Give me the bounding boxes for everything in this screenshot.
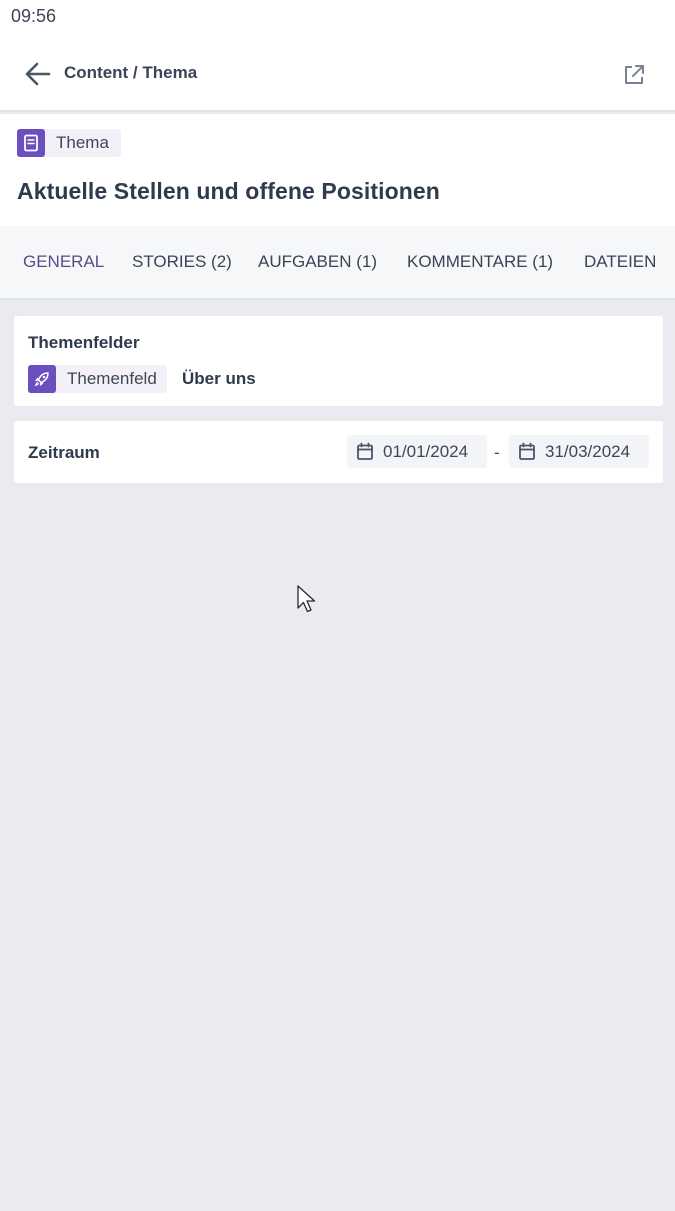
calendar-icon: [357, 442, 373, 460]
start-date-value: 01/01/2024: [383, 441, 469, 461]
app-header: Content / Thema: [0, 34, 675, 112]
tab-general[interactable]: GENERAL: [23, 252, 104, 272]
book-icon: [17, 129, 45, 157]
status-bar: 09:56: [0, 0, 675, 34]
period-label: Zeitraum: [28, 443, 100, 462]
topics-label: Themenfelder: [28, 333, 140, 352]
arrow-left-icon: [25, 62, 51, 86]
topics-card: Themenfelder Themenfeld Über uns: [14, 316, 663, 406]
type-label: Thema: [56, 133, 109, 152]
tab-dateien[interactable]: DATEIEN: [584, 252, 656, 272]
tab-kommentare[interactable]: KOMMENTARE (1): [407, 252, 553, 272]
period-card: Zeitraum 01/01/2024 - 31/03/2024: [14, 421, 663, 483]
topic-chip[interactable]: Themenfeld: [28, 365, 167, 393]
tab-bar: GENERAL STORIES (2) AUFGABEN (1) KOMMENT…: [0, 226, 675, 300]
start-date-field[interactable]: 01/01/2024: [347, 435, 487, 468]
tab-stories[interactable]: STORIES (2): [132, 252, 232, 272]
open-external-button[interactable]: [618, 60, 650, 90]
end-date-field[interactable]: 31/03/2024: [509, 435, 649, 468]
end-date-value: 31/03/2024: [545, 441, 631, 461]
topic-value[interactable]: Über uns: [182, 369, 256, 389]
date-separator: -: [494, 443, 500, 462]
tab-aufgaben[interactable]: AUFGABEN (1): [258, 252, 377, 272]
calendar-icon: [519, 442, 535, 460]
breadcrumb: Content / Thema: [64, 63, 198, 82]
page-title: Aktuelle Stellen und offene Positionen: [17, 178, 440, 204]
mouse-pointer-icon: [297, 585, 316, 613]
topic-chip-label: Themenfeld: [67, 369, 157, 388]
title-area: Thema Aktuelle Stellen und offene Positi…: [0, 114, 675, 226]
external-link-icon: [625, 65, 644, 84]
status-time: 09:56: [11, 6, 57, 26]
type-chip: Thema: [17, 129, 121, 157]
back-button[interactable]: [20, 59, 56, 89]
rocket-icon: [28, 365, 56, 393]
